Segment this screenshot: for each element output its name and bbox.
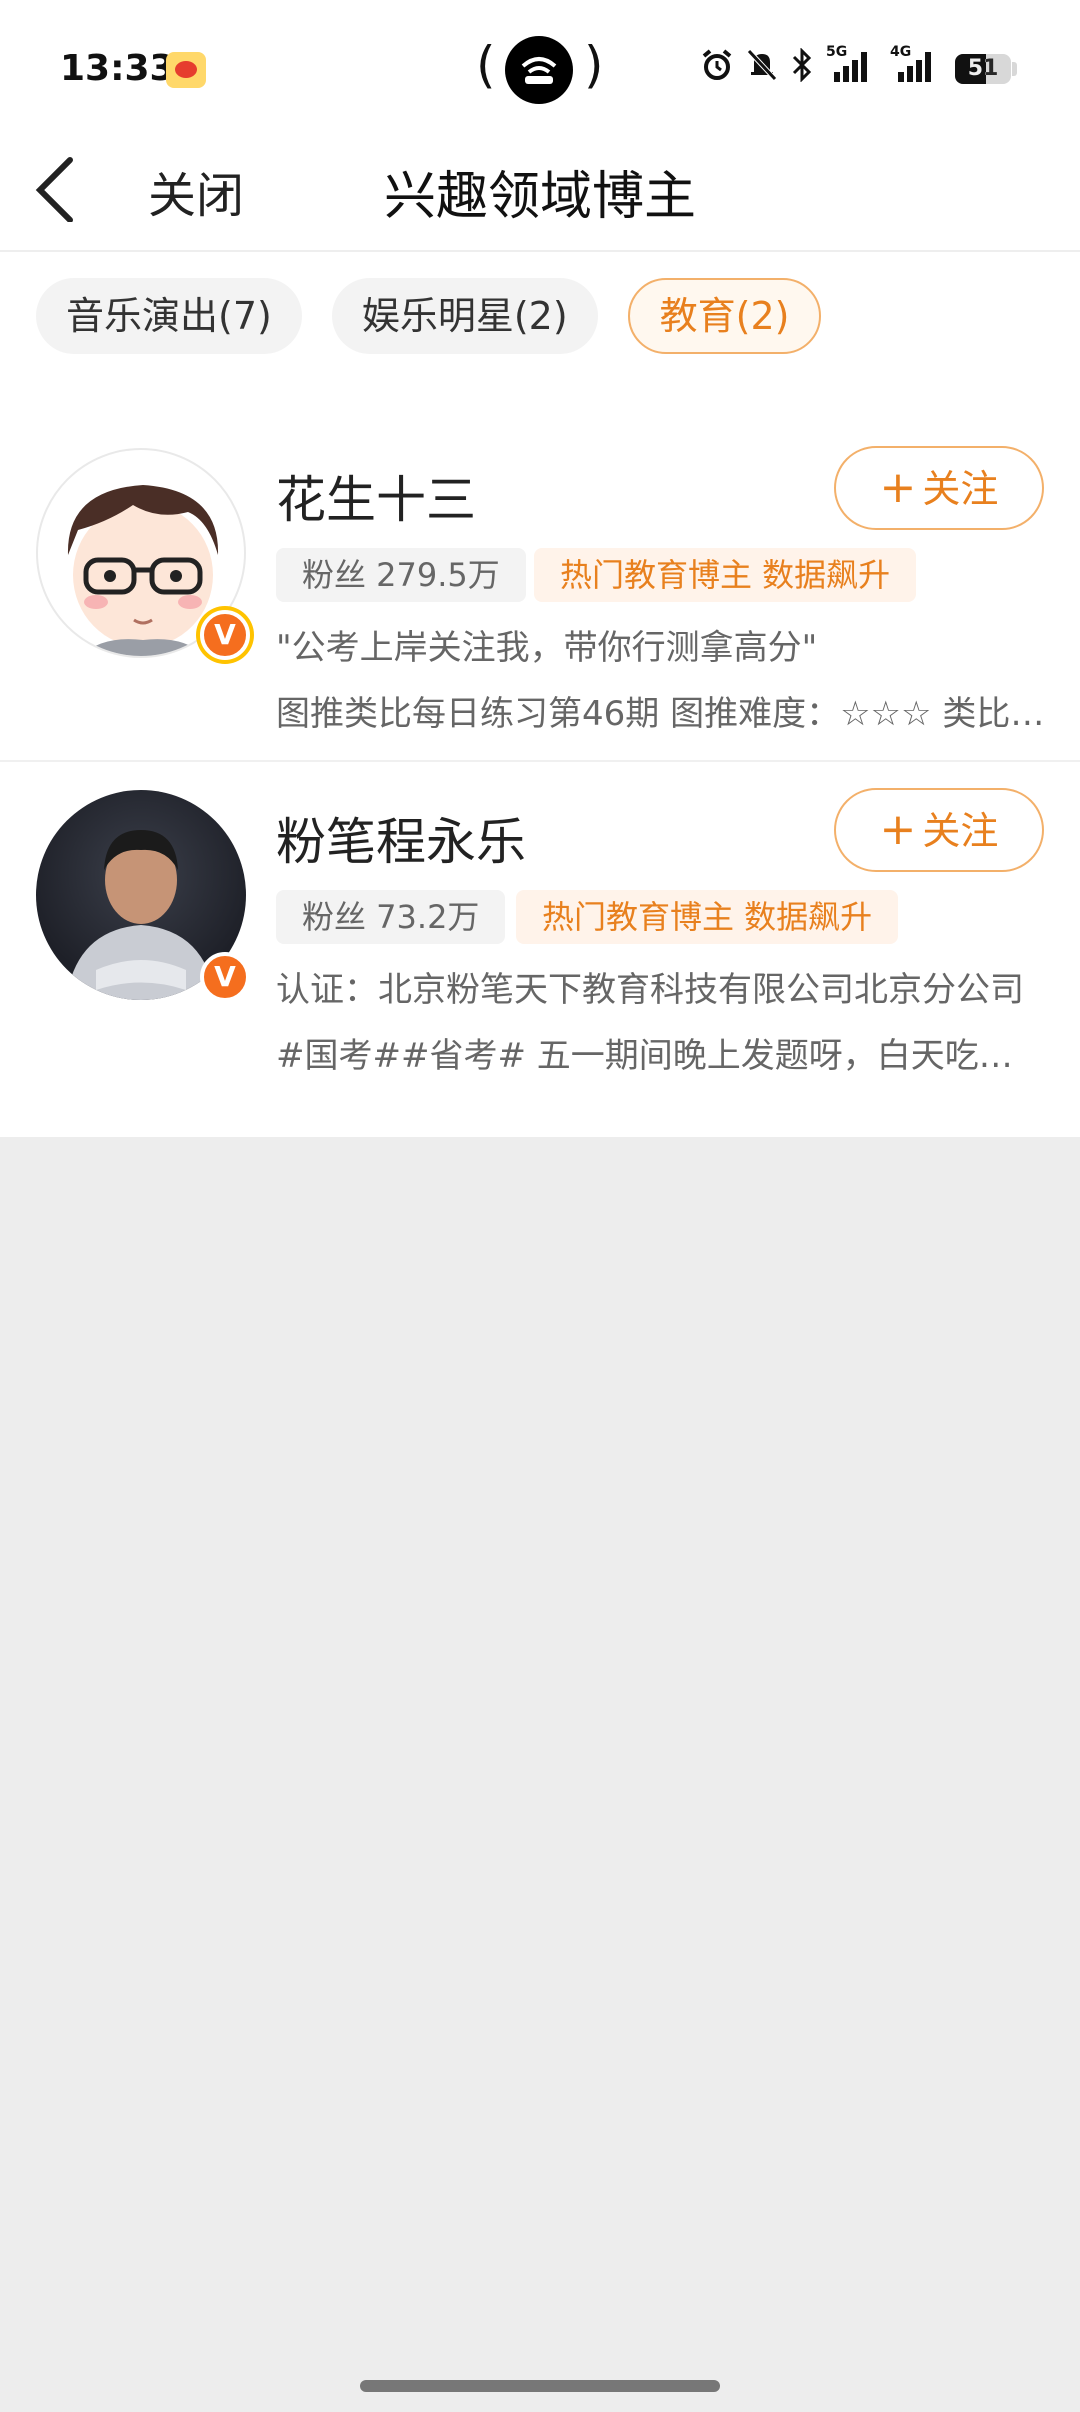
- hot-tag: 热门教育博主 数据飙升: [534, 548, 917, 602]
- status-time: 13:33: [60, 48, 175, 89]
- alarm-icon: [702, 49, 732, 80]
- blogger-card[interactable]: V 花生十三 + 关注 粉丝 279.5万 热门教育博主 数据飙升 "公考上岸关注…: [0, 420, 1080, 762]
- mute-bell-icon: [747, 49, 777, 81]
- dynamic-island-icon: [505, 36, 573, 104]
- latest-post[interactable]: 图推类比每日练习第46期 图推难度：☆☆☆ 类比难度：☆☆☆: [276, 686, 1046, 735]
- tab-education[interactable]: 教育(2): [627, 278, 822, 354]
- fans-count: 粉丝 279.5万: [276, 548, 526, 602]
- tab-music[interactable]: 音乐演出(7): [36, 278, 302, 354]
- verification-info: 认证：北京粉笔天下教育科技有限公司北京分公司: [276, 970, 1024, 1010]
- follow-label: 关注: [922, 467, 999, 511]
- verified-badge-icon: V: [200, 952, 250, 1002]
- signal-4g-icon: 4G: [884, 44, 936, 82]
- battery-tip: [1012, 62, 1017, 76]
- battery-icon: 51: [955, 54, 1011, 84]
- verified-badge-icon: V: [200, 610, 250, 660]
- home-indicator[interactable]: [360, 2380, 720, 2392]
- fans-count: 粉丝 73.2万: [276, 890, 506, 944]
- blogger-description: "公考上岸关注我，带你行测拿高分": [276, 628, 818, 668]
- battery-level: 51: [967, 56, 999, 81]
- tab-entertainment[interactable]: 娱乐明星(2): [331, 278, 598, 354]
- signal-5g-icon: 5G: [826, 44, 872, 82]
- status-icons: 5G 4G: [700, 44, 936, 82]
- page-title: 兴趣领域博主: [383, 167, 696, 227]
- nav-bar: 关闭 兴趣领域博主: [0, 130, 1080, 252]
- bluetooth-icon: [792, 48, 812, 82]
- plus-icon: +: [879, 804, 917, 855]
- weibo-app-icon: [166, 52, 206, 88]
- status-bar: 13:33 ( ) 5G 4G 51: [0, 0, 1080, 130]
- island-left-bracket: (: [476, 36, 496, 94]
- plus-icon: +: [879, 462, 917, 513]
- hot-tag: 热门教育博主 数据飙升: [516, 890, 899, 944]
- blogger-name[interactable]: 粉笔程永乐: [276, 802, 526, 874]
- blogger-name[interactable]: 花生十三: [276, 460, 476, 532]
- category-tabs: 音乐演出(7) 娱乐明星(2) 教育(2): [36, 278, 822, 354]
- follow-button[interactable]: + 关注: [834, 446, 1044, 530]
- latest-post[interactable]: #国考##省考# 五一期间晚上发题呀，白天吃好喝好玩好: [276, 1028, 1046, 1077]
- follow-label: 关注: [922, 809, 999, 853]
- blogger-card[interactable]: V 粉笔程永乐 + 关注 粉丝 73.2万 热门教育博主 数据飙升 认证：北京粉笔…: [0, 762, 1080, 1102]
- follow-button[interactable]: + 关注: [834, 788, 1044, 872]
- island-right-bracket: ): [584, 36, 604, 94]
